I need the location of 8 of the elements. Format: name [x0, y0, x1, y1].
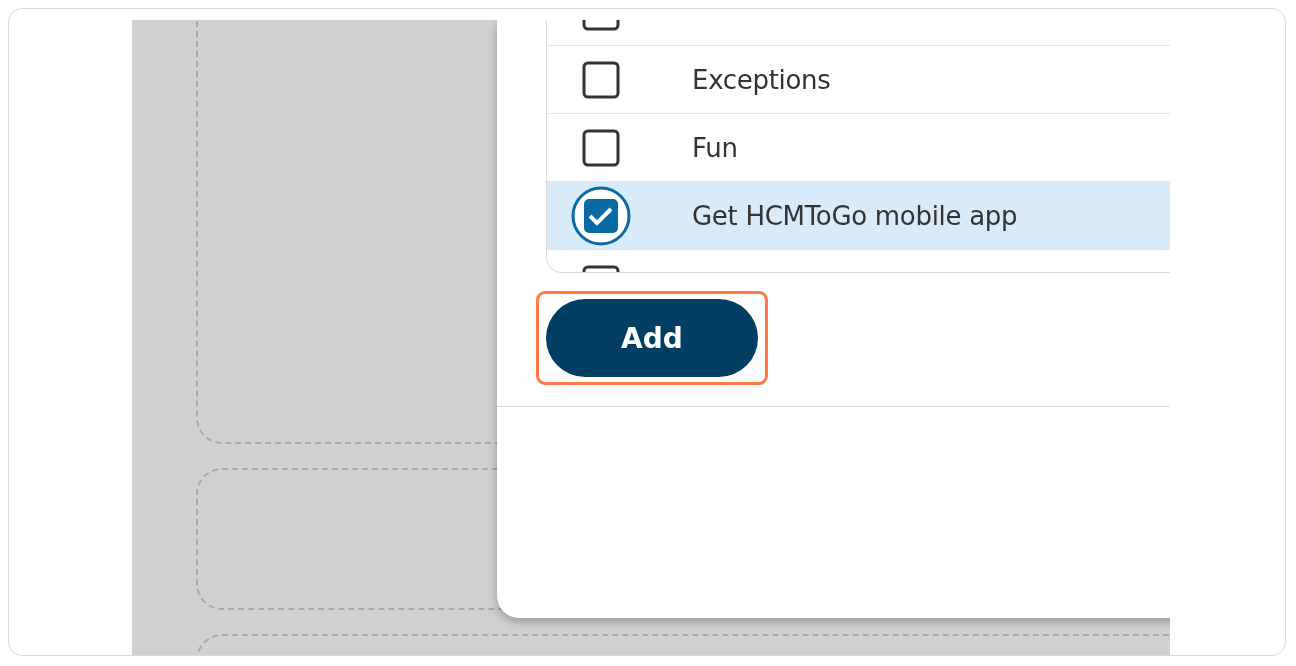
checkbox[interactable] — [571, 185, 631, 246]
add-button[interactable]: Add — [546, 299, 758, 377]
checkbox[interactable] — [582, 128, 620, 167]
item-label: Fun — [692, 132, 738, 163]
item-label: Exceptions — [692, 64, 831, 95]
checkbox[interactable] — [582, 60, 620, 99]
item-label: Get HCMToGo mobile app — [692, 200, 1018, 231]
list-item[interactable]: Get HCMToGo mobile app — [547, 182, 1170, 250]
